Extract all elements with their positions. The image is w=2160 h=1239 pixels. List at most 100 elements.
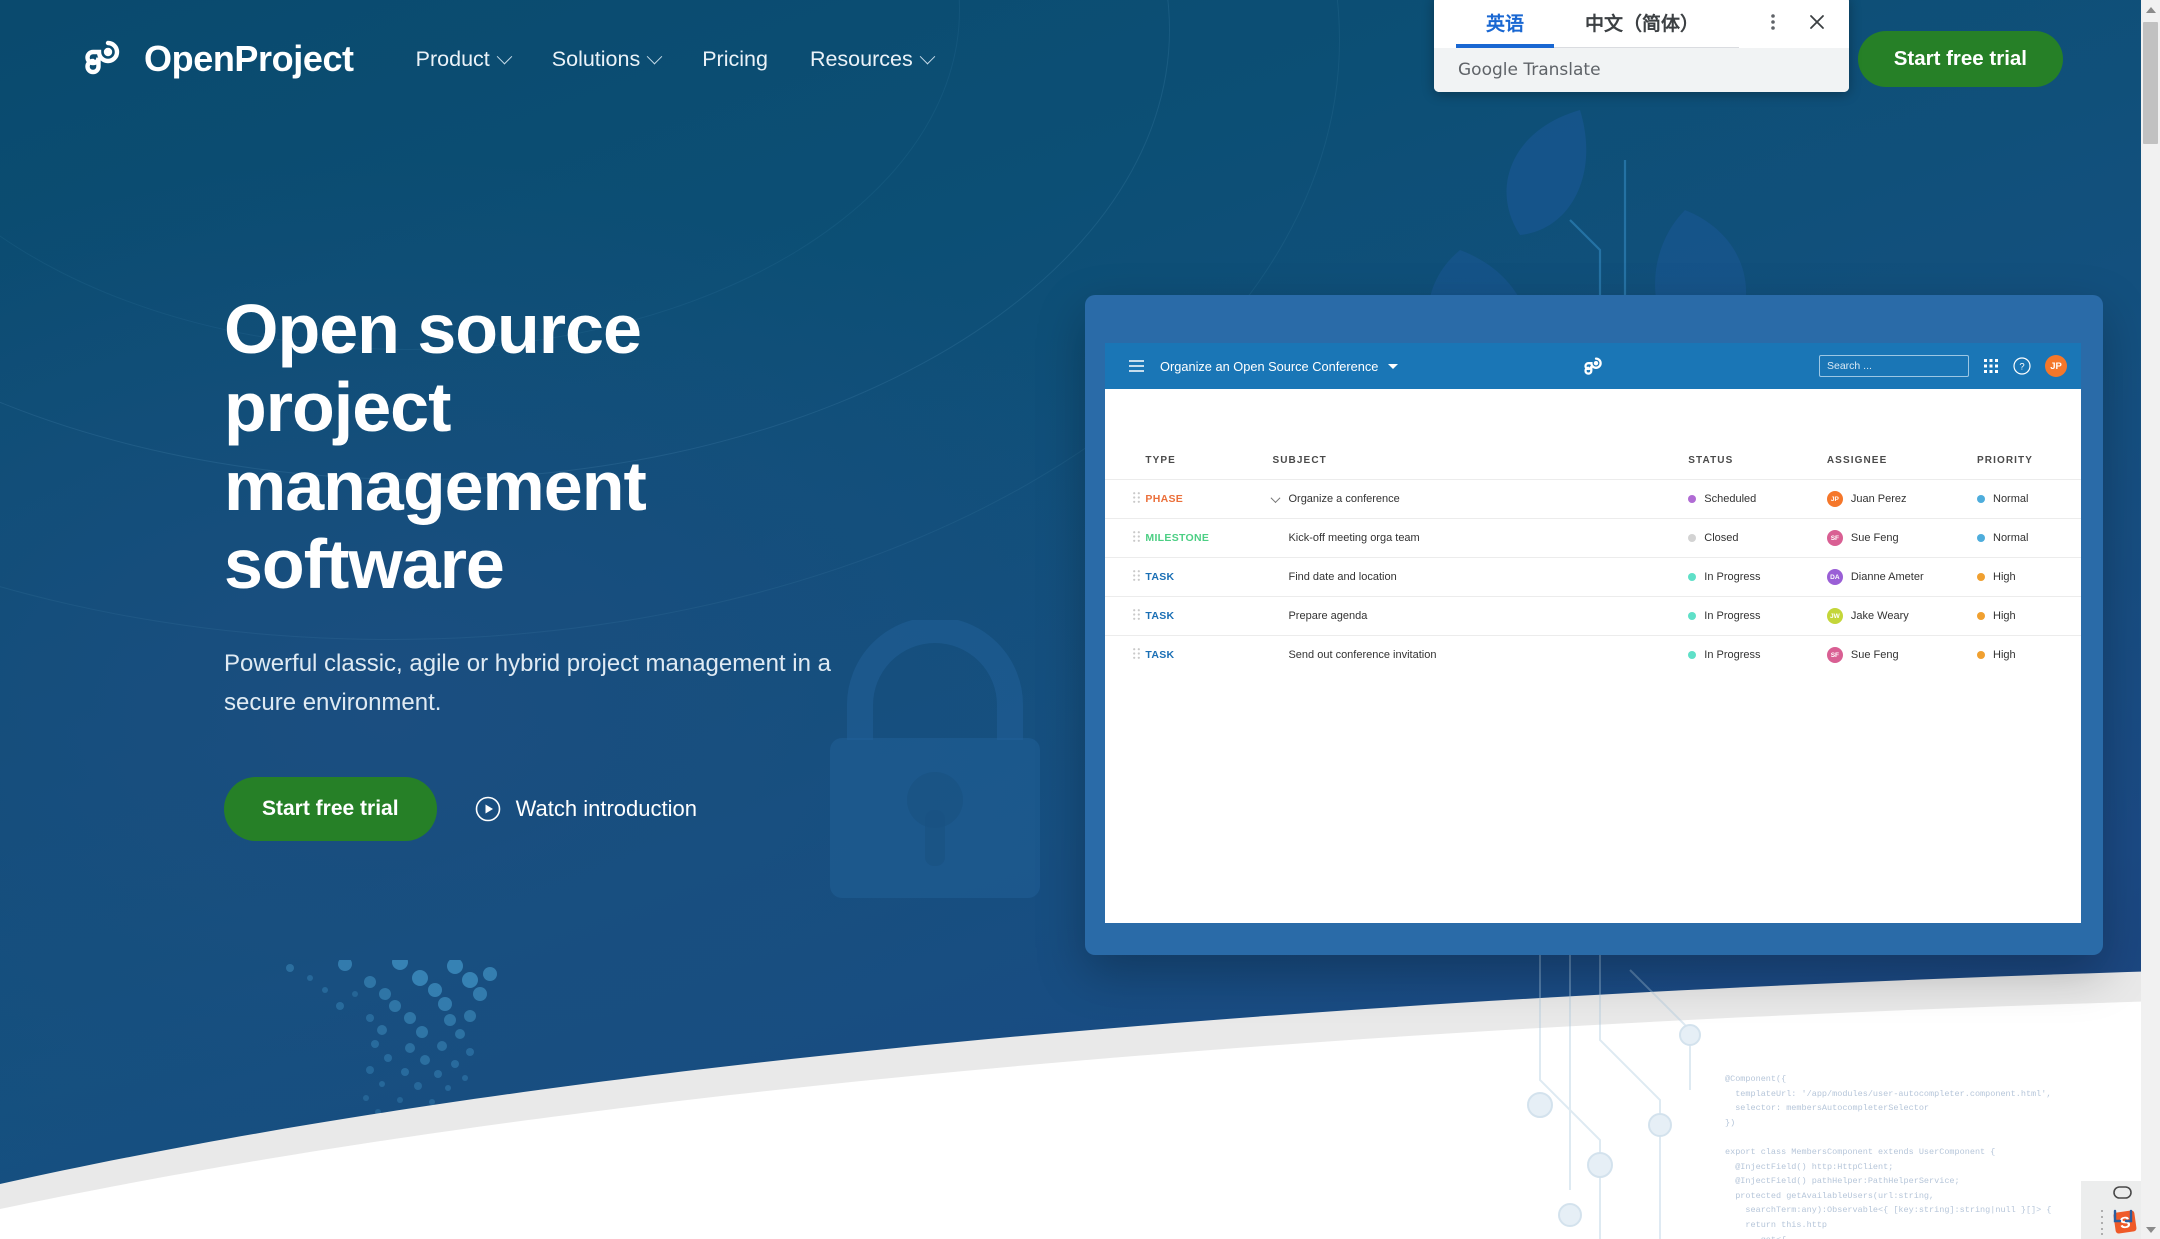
priority-dot xyxy=(1977,573,1985,581)
table-header-subject: SUBJECT xyxy=(1272,455,1688,480)
row-assignee[interactable]: DA Dianne Ameter xyxy=(1827,558,1977,597)
table-header-type: TYPE xyxy=(1145,455,1272,480)
app-search-input[interactable] xyxy=(1819,355,1969,377)
row-drag-handle[interactable] xyxy=(1105,597,1145,636)
row-assignee[interactable]: SF Sue Feng xyxy=(1827,636,1977,675)
tab-chinese-simplified[interactable]: 中文（简体） xyxy=(1562,0,1722,48)
hero-title-line: management xyxy=(224,447,646,525)
row-type[interactable]: TASK xyxy=(1145,558,1272,597)
row-priority[interactable]: Normal xyxy=(1977,519,2081,558)
table-header-row: TYPE SUBJECT STATUS ASSIGNEE PRIORITY xyxy=(1105,455,2081,480)
google-translate-label: Google Translate xyxy=(1458,60,1601,80)
chevron-down-icon xyxy=(919,48,935,64)
row-status[interactable]: In Progress xyxy=(1688,558,1827,597)
row-type[interactable]: MILESTONE xyxy=(1145,519,1272,558)
app-project-name[interactable]: Organize an Open Source Conference xyxy=(1160,359,1378,374)
row-type[interactable]: TASK xyxy=(1145,597,1272,636)
row-subject[interactable]: Send out conference invitation xyxy=(1272,636,1688,675)
scroll-down-arrow-icon[interactable] xyxy=(2141,1220,2160,1239)
row-priority[interactable]: High xyxy=(1977,636,2081,675)
brand-logo-link[interactable]: OpenProject xyxy=(78,38,354,80)
priority-dot xyxy=(1977,495,1985,503)
translate-tabs: 英语 中文（简体） xyxy=(1434,0,1849,48)
row-subject-label: Prepare agenda xyxy=(1288,610,1367,622)
hero-start-free-trial-button[interactable]: Start free trial xyxy=(224,777,437,841)
drag-grip-icon[interactable] xyxy=(2100,1209,2104,1235)
scroll-up-arrow-icon[interactable] xyxy=(2141,0,2160,19)
hero-cta-group: Start free trial Watch introduction xyxy=(224,777,844,841)
browser-scrollbar[interactable] xyxy=(2141,0,2160,1239)
app-screenshot: Organize an Open Source Conference xyxy=(1085,295,2103,955)
row-status-label: In Progress xyxy=(1704,571,1760,583)
row-assignee-label: Dianne Ameter xyxy=(1851,571,1924,583)
more-vertical-icon[interactable] xyxy=(1753,2,1793,42)
chevron-down-icon[interactable] xyxy=(1388,364,1398,369)
nav-item-solutions[interactable]: Solutions xyxy=(552,47,660,72)
openproject-logo-icon xyxy=(78,39,126,79)
row-type-label: TASK xyxy=(1145,571,1174,583)
row-priority[interactable]: Normal xyxy=(1977,480,2081,519)
row-status-label: In Progress xyxy=(1704,610,1760,622)
watch-introduction-link[interactable]: Watch introduction xyxy=(475,796,697,822)
row-status[interactable]: In Progress xyxy=(1688,597,1827,636)
assignee-avatar: JP xyxy=(1827,491,1843,507)
assignee-avatar: SF xyxy=(1827,647,1843,663)
row-drag-handle[interactable] xyxy=(1105,519,1145,558)
row-assignee[interactable]: JW Jake Weary xyxy=(1827,597,1977,636)
row-assignee[interactable]: JP Juan Perez xyxy=(1827,480,1977,519)
help-circle-icon[interactable]: ? xyxy=(2013,357,2031,375)
expand-collapse-icon[interactable] xyxy=(1271,493,1281,503)
row-subject[interactable]: Find date and location xyxy=(1272,558,1688,597)
row-type-label: PHASE xyxy=(1145,493,1183,505)
hamburger-menu-icon[interactable] xyxy=(1129,360,1144,372)
start-free-trial-button[interactable]: Start free trial xyxy=(1858,31,2063,87)
hero-title-line: Open source xyxy=(224,290,641,368)
row-assignee-label: Sue Feng xyxy=(1851,649,1899,661)
row-assignee-label: Juan Perez xyxy=(1851,493,1907,505)
row-assignee[interactable]: SF Sue Feng xyxy=(1827,519,1977,558)
drag-handle-icon xyxy=(1133,531,1140,542)
translate-actions xyxy=(1753,0,1849,48)
google-translate-popup: 英语 中文（简体） Google Translate xyxy=(1434,0,1849,92)
close-icon[interactable] xyxy=(1797,2,1837,42)
nav-links: Product Solutions Pricing Resources xyxy=(416,47,933,72)
row-drag-handle[interactable] xyxy=(1105,480,1145,519)
row-priority[interactable]: High xyxy=(1977,558,2081,597)
row-status[interactable]: In Progress xyxy=(1688,636,1827,675)
nav-item-pricing[interactable]: Pricing xyxy=(702,47,768,72)
priority-dot xyxy=(1977,534,1985,542)
app-body: TYPE SUBJECT STATUS ASSIGNEE PRIORITY xyxy=(1105,389,2081,923)
snagit-capture-icons[interactable] xyxy=(2110,1185,2136,1229)
row-status[interactable]: Closed xyxy=(1688,519,1827,558)
table-header-drag xyxy=(1105,455,1145,480)
row-status[interactable]: Scheduled xyxy=(1688,480,1827,519)
chevron-down-icon xyxy=(496,48,512,64)
row-priority-label: Normal xyxy=(1993,493,2028,505)
nav-item-resources[interactable]: Resources xyxy=(810,47,933,72)
tab-english[interactable]: 英语 xyxy=(1456,0,1554,48)
row-subject[interactable]: Prepare agenda xyxy=(1272,597,1688,636)
brand-name: OpenProject xyxy=(144,38,354,80)
row-type[interactable]: TASK xyxy=(1145,636,1272,675)
row-priority[interactable]: High xyxy=(1977,597,2081,636)
nav-item-product[interactable]: Product xyxy=(416,47,510,72)
app-user-avatar[interactable]: JP xyxy=(2045,355,2067,377)
drag-handle-icon xyxy=(1133,570,1140,581)
scrollbar-thumb[interactable] xyxy=(2143,22,2158,144)
hero-content: Open source project management software … xyxy=(224,290,844,841)
work-packages-table: TYPE SUBJECT STATUS ASSIGNEE PRIORITY xyxy=(1105,455,2081,674)
table-row[interactable]: PHASE Organize a conference Scheduled xyxy=(1105,480,2081,519)
status-dot xyxy=(1688,612,1696,620)
row-subject[interactable]: Organize a conference xyxy=(1272,480,1688,519)
table-row[interactable]: TASK Find date and location In Progress xyxy=(1105,558,2081,597)
table-row[interactable]: TASK Send out conference invitation In P… xyxy=(1105,636,2081,675)
row-drag-handle[interactable] xyxy=(1105,558,1145,597)
grid-modules-icon[interactable] xyxy=(1983,358,1999,374)
table-row[interactable]: TASK Prepare agenda In Progress xyxy=(1105,597,2081,636)
row-subject[interactable]: Kick-off meeting orga team xyxy=(1272,519,1688,558)
row-drag-handle[interactable] xyxy=(1105,636,1145,675)
row-type[interactable]: PHASE xyxy=(1145,480,1272,519)
assignee-avatar: DA xyxy=(1827,569,1843,585)
nav-item-label: Solutions xyxy=(552,47,640,72)
table-row[interactable]: MILESTONE Kick-off meeting orga team Clo… xyxy=(1105,519,2081,558)
